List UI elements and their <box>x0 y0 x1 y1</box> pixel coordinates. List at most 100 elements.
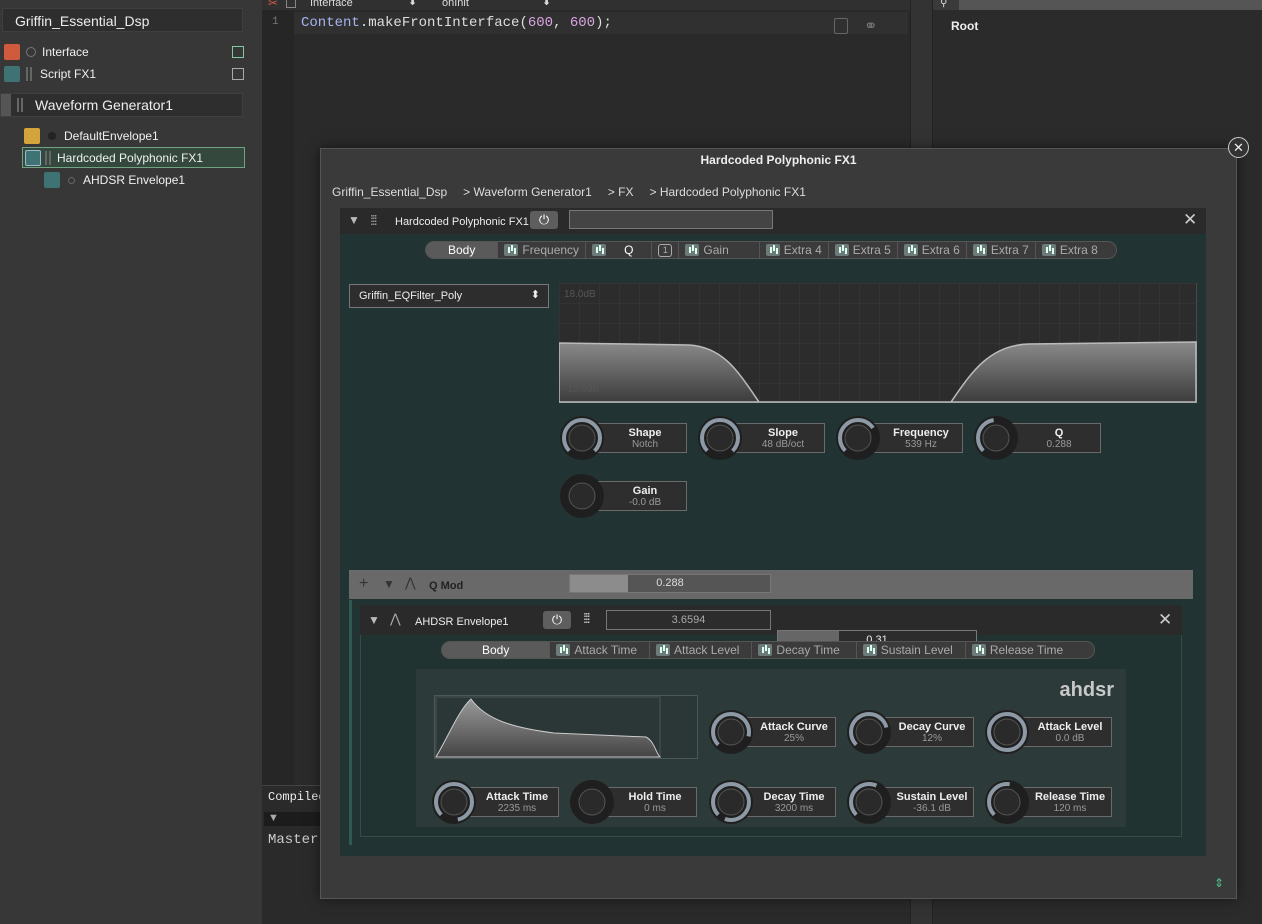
hold-time-knob[interactable]: Hold Time 0 ms <box>569 779 697 825</box>
close-popup-icon[interactable]: ✕ <box>1228 137 1249 158</box>
tree-item-label: Waveform Generator1 <box>35 97 173 113</box>
breadcrumb-item[interactable]: Waveform Generator1 <box>474 185 592 199</box>
decay-time-knob[interactable]: Decay Time 3200 ms <box>708 779 836 825</box>
code-number: 600 <box>569 15 596 31</box>
shape-knob[interactable]: Shape Notch <box>559 415 687 461</box>
tree-item-interface[interactable]: Interface <box>4 42 244 62</box>
knob-dial[interactable] <box>973 415 1019 461</box>
tab-body[interactable]: Body <box>426 242 499 258</box>
tree-item-waveform-generator[interactable]: Waveform Generator1 <box>0 93 243 117</box>
drag-handle-icon[interactable] <box>45 150 51 165</box>
external-window-icon[interactable] <box>232 46 244 58</box>
breadcrumb-item[interactable]: Hardcoded Polyphonic FX1 <box>660 185 806 199</box>
knob-dial[interactable] <box>984 709 1030 755</box>
tab-release-time[interactable]: Release Time <box>966 642 1069 658</box>
modulation-icon <box>504 244 519 256</box>
document-icon[interactable] <box>834 18 848 34</box>
knob-dial[interactable] <box>569 779 615 825</box>
tab-label: Extra 6 <box>921 243 960 257</box>
collapse-icon[interactable]: ▼ <box>368 613 380 627</box>
code-keyword: Content <box>301 15 360 31</box>
collapse-icon[interactable]: ▼ <box>348 213 360 227</box>
binoculars-icon[interactable]: ⚭ <box>864 16 877 36</box>
envelope-power-button[interactable]: ⏻ <box>543 611 571 629</box>
release-time-knob[interactable]: Release Time 120 ms <box>984 779 1112 825</box>
tree-root-header[interactable]: Griffin_Essential_Dsp <box>2 8 243 32</box>
drag-handle-icon[interactable] <box>17 98 23 112</box>
breadcrumb-item[interactable]: FX <box>618 185 633 199</box>
knob-dial[interactable] <box>835 415 881 461</box>
breadcrumb-item[interactable]: Griffin_Essential_Dsp <box>332 185 447 199</box>
tab-extra-8[interactable]: Extra 8 <box>1036 242 1104 258</box>
module-title: Hardcoded Polyphonic FX1 <box>395 216 529 228</box>
attack-curve-knob[interactable]: Attack Curve 25% <box>708 709 836 755</box>
dropdown-arrows-icon[interactable]: ⬍ <box>542 0 551 8</box>
external-window-icon[interactable] <box>232 68 244 80</box>
tab-extra-6[interactable]: Extra 6 <box>898 242 967 258</box>
resize-icon[interactable]: ⇕ <box>1214 876 1224 890</box>
tab-env-body[interactable]: Body <box>442 642 551 658</box>
knob-dial[interactable] <box>846 709 892 755</box>
close-envelope-icon[interactable]: ✕ <box>1158 610 1172 630</box>
grid-icon[interactable]: ⁞⁞⁞ <box>370 212 378 228</box>
knob-dial[interactable] <box>984 779 1030 825</box>
drag-handle-icon[interactable] <box>26 67 32 81</box>
callback-dropdown[interactable]: Interface <box>310 0 353 9</box>
knob-dial[interactable] <box>846 779 892 825</box>
attack-level-knob[interactable]: Attack Level 0.0 dB <box>984 709 1112 755</box>
envelope-value-display[interactable]: 3.6594 <box>606 610 771 630</box>
knob-dial[interactable] <box>559 415 605 461</box>
q-knob[interactable]: Q 0.288 <box>973 415 1101 461</box>
bypass-icon[interactable] <box>68 176 75 184</box>
tab-q-badge[interactable]: 1 <box>652 242 680 258</box>
tab-decay-time[interactable]: Decay Time <box>752 642 857 658</box>
filter-response-graph[interactable] <box>559 283 1197 403</box>
function-dropdown[interactable]: onInit <box>442 0 469 9</box>
tree-item-script-fx1[interactable]: Script FX1 <box>4 64 244 84</box>
decay-curve-knob[interactable]: Decay Curve 12% <box>846 709 974 755</box>
dropdown-arrows-icon[interactable]: ⬍ <box>408 0 417 8</box>
bypass-icon[interactable] <box>48 132 56 140</box>
knob-dial[interactable] <box>708 779 754 825</box>
tab-extra-5[interactable]: Extra 5 <box>829 242 898 258</box>
code-line[interactable]: Content.makeFrontInterface(600, 600); <box>301 15 612 31</box>
knob-dial[interactable] <box>697 415 743 461</box>
tree-item-ahdsr-envelope[interactable]: AHDSR Envelope1 <box>44 170 244 190</box>
power-button[interactable]: ⏻ <box>530 211 558 229</box>
slope-knob[interactable]: Slope 48 dB/oct <box>697 415 825 461</box>
sustain-level-knob[interactable]: Sustain Level -36.1 dB <box>846 779 974 825</box>
knob-dial[interactable] <box>431 779 477 825</box>
tab-attack-level[interactable]: Attack Level <box>650 642 753 658</box>
grid-icon[interactable]: ⁞⁞⁞ <box>583 610 591 626</box>
scissors-icon[interactable]: ✂ <box>268 0 278 10</box>
tab-attack-time[interactable]: Attack Time <box>550 642 651 658</box>
close-module-icon[interactable]: ✕ <box>1183 210 1197 230</box>
gain-knob[interactable]: Gain -0.0 dB <box>559 473 687 519</box>
root-title: Root <box>951 19 979 33</box>
knob-value: 0 ms <box>644 803 666 814</box>
tab-frequency[interactable]: Frequency <box>498 242 587 258</box>
tab-q[interactable]: Q <box>586 242 653 258</box>
collapse-icon[interactable]: ▼ <box>383 577 395 591</box>
knob-dial[interactable] <box>559 473 605 519</box>
add-icon[interactable]: + <box>359 575 368 593</box>
search-input[interactable] <box>959 0 1262 10</box>
console-toggle-icon[interactable]: ▼ <box>264 812 320 826</box>
tree-item-default-envelope[interactable]: DefaultEnvelope1 <box>24 126 244 146</box>
q-mod-slider[interactable]: 0.288 <box>569 574 771 593</box>
external-window-icon[interactable] <box>286 0 296 8</box>
knob-name: Attack Level <box>1037 721 1103 733</box>
tab-extra-7[interactable]: Extra 7 <box>967 242 1036 258</box>
knob-dial[interactable] <box>708 709 754 755</box>
graph-bottom-label: -18.0dB <box>564 384 600 395</box>
tab-gain[interactable]: Gain <box>679 242 760 258</box>
frequency-knob[interactable]: Frequency 539 Hz <box>835 415 963 461</box>
tab-extra-4[interactable]: Extra 4 <box>760 242 829 258</box>
filter-select[interactable]: Griffin_EQFilter_Poly ⬍ <box>349 284 549 308</box>
bypass-icon[interactable] <box>26 47 36 57</box>
search-button[interactable]: ⚲ <box>933 0 959 10</box>
tab-sustain-level[interactable]: Sustain Level <box>857 642 966 658</box>
envelope-display[interactable] <box>434 695 698 759</box>
tree-item-hardcoded-poly-fx[interactable]: Hardcoded Polyphonic FX1 <box>22 147 245 168</box>
attack-time-knob[interactable]: Attack Time 2235 ms <box>431 779 559 825</box>
